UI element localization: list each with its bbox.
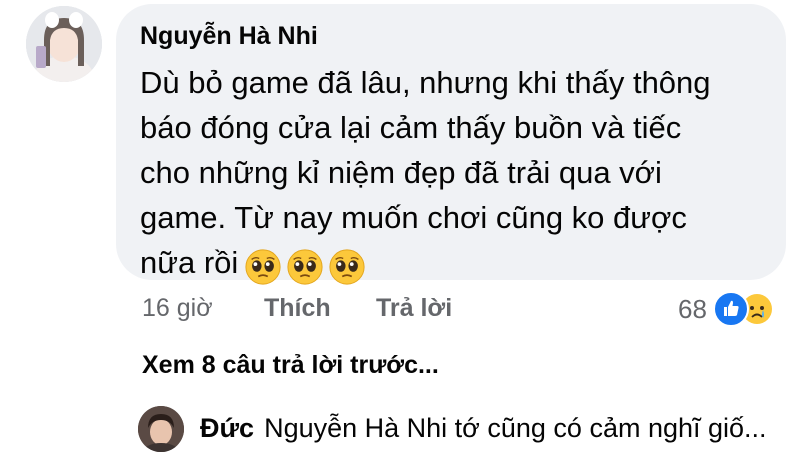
commenter-avatar[interactable] [26, 6, 102, 82]
comment-text-line: Dù bỏ game đã lâu, nhưng khi thấy thông [140, 65, 711, 100]
emoji-row [244, 242, 370, 287]
reply-author[interactable]: Đức [200, 413, 254, 443]
view-previous-replies-link[interactable]: Xem 8 câu trả lời trước... [142, 351, 439, 380]
comment-author[interactable]: Nguyễn Hà Nhi [140, 22, 318, 51]
comment-text-line: nữa rồi [140, 245, 239, 280]
avatar-image [138, 406, 184, 452]
like-button[interactable]: Thích [264, 294, 331, 323]
avatar-image [26, 6, 102, 82]
comment-timestamp[interactable]: 16 giờ [142, 294, 213, 323]
reply-preview[interactable]: Đức Nguyễn Hà Nhi tớ cũng có cảm nghĩ giố… [200, 413, 767, 444]
comment-text-line-last: nữa rồi [140, 240, 780, 287]
pleading-face-emoji-icon [287, 249, 323, 285]
reply-button[interactable]: Trả lời [376, 294, 452, 323]
reaction-count: 68 [678, 293, 707, 324]
pleading-face-emoji-icon [329, 249, 365, 285]
like-icon [712, 291, 749, 327]
reaction-summary[interactable]: 68 [678, 290, 773, 328]
comment-text-line: báo đóng cửa lại cảm thấy buồn và tiếc [140, 110, 682, 145]
comment-text-line: game. Từ nay muốn chơi cũng ko được [140, 200, 687, 235]
comment-text: Dù bỏ game đã lâu, nhưng khi thấy thông … [140, 60, 780, 287]
reply-text: Nguyễn Hà Nhi tớ cũng có cảm nghĩ giố... [264, 413, 767, 443]
comment-text-line: cho những kỉ niệm đẹp đã trải qua với [140, 155, 662, 190]
pleading-face-emoji-icon [245, 249, 281, 285]
reply-avatar[interactable] [138, 406, 184, 452]
